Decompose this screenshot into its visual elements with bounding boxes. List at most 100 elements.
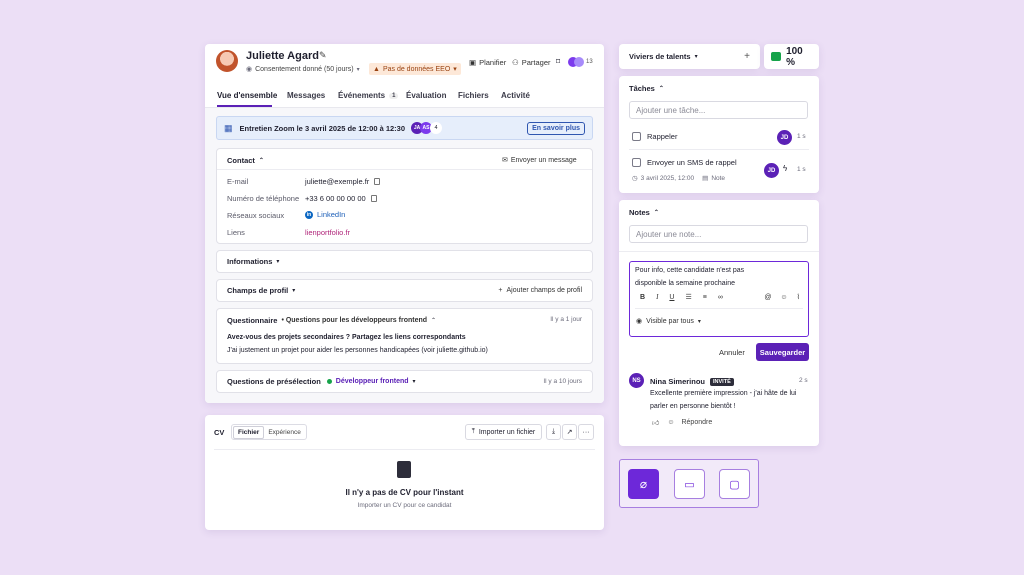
comment-actions: 👍︎ ☺ Répondre [652, 418, 712, 427]
mute-mic-button[interactable]: ⌀ [628, 469, 659, 499]
cv-divider [214, 449, 595, 450]
linkedin-icon: in [305, 210, 313, 219]
mail-icon: ✉ [502, 157, 508, 164]
upload-icon: ⤒ [471, 428, 475, 435]
score-card: 100 % [764, 44, 819, 69]
task-item[interactable]: Envoyer un SMS de rappel [632, 158, 737, 167]
chevron-up-icon: ⌃ [658, 86, 664, 92]
notes-divider [619, 251, 819, 252]
user-icon: ◉ [246, 66, 253, 73]
tab-evaluation[interactable]: Évaluation [406, 91, 446, 100]
visibility-select[interactable]: ◉ Visible par tous ▾ [636, 317, 701, 326]
chat-button[interactable]: ▢ [719, 469, 750, 499]
chevron-down-icon: ▾ [276, 259, 280, 265]
bookmark-icon[interactable]: ⌑ [556, 57, 560, 66]
calendar-icon: ▦ [224, 122, 233, 133]
mic-off-icon: ⌀ [639, 477, 648, 491]
phone-value[interactable]: +33 6 00 00 00 00 [305, 194, 377, 203]
tasks-toggle[interactable]: Tâches ⌃ [629, 84, 664, 93]
preselection-section[interactable]: Questions de présélection Développeur fr… [216, 370, 593, 393]
warning-icon: ▲ [373, 65, 380, 73]
add-talent-pool-button[interactable]: + [744, 51, 750, 62]
contact-toggle[interactable]: Contact ⌃ [227, 156, 264, 165]
link-icon[interactable]: ∞ [718, 294, 723, 301]
emoji-icon[interactable]: ☺ [780, 294, 787, 301]
video-button[interactable]: ▭ [674, 469, 705, 499]
task-item[interactable]: Rappeler [632, 132, 677, 141]
cv-empty-title: Il n'y a pas de CV pour l'instant [345, 488, 464, 497]
bullet-list-icon[interactable]: ☰ [685, 293, 691, 301]
avatar [216, 50, 238, 72]
profile-fields-section[interactable]: Champs de profil ▾ + Ajouter champs de pr… [216, 279, 593, 302]
cv-empty-subtitle: Importer un CV pour ce candidat [357, 502, 452, 509]
tab-overview[interactable]: Vue d'ensemble [217, 91, 277, 100]
comment-time: 2 s [799, 377, 808, 384]
numbered-list-icon[interactable]: ≡ [703, 294, 707, 301]
toggle-experience[interactable]: Expérience [264, 427, 305, 438]
copy-icon[interactable] [370, 195, 377, 202]
cancel-button[interactable]: Annuler [719, 348, 745, 357]
candidate-card: Juliette Agard ✎ ◉ Consentement donné (5… [205, 44, 604, 403]
eye-icon: ◉ [636, 318, 643, 325]
lightning-icon: ϟ [783, 164, 788, 173]
add-task-input[interactable]: Ajouter une tâche... [629, 101, 808, 119]
more-icon: ··· [582, 428, 590, 436]
download-icon: ⤓ [551, 428, 556, 435]
questionnaire-section: Questionnaire • Questions pour les dével… [216, 308, 593, 364]
tab-messages[interactable]: Messages [287, 91, 325, 100]
tasks-card: Tâches ⌃ Ajouter une tâche... Rappeler JD… [619, 76, 819, 193]
attachment-icon[interactable]: ⌇ [797, 293, 800, 301]
linkedin-link[interactable]: in LinkedIn [305, 210, 345, 219]
score-value: 100 % [786, 45, 803, 68]
attendee-count: 4 [430, 122, 443, 134]
portfolio-link[interactable]: lienportfolio.fr [305, 228, 350, 237]
chevron-up-icon: ⌃ [431, 318, 437, 324]
guest-badge: INVITÉ [710, 377, 734, 386]
share-button[interactable]: ⚇ Partager [512, 58, 551, 67]
import-file-button[interactable]: ⤒ Importer un fichier [465, 424, 542, 440]
talent-pools-card[interactable]: Viviers de talents ▾ + [619, 44, 760, 69]
underline-icon[interactable]: U [669, 294, 674, 301]
avatar: JD [764, 163, 779, 178]
chevron-down-icon: ▾ [412, 379, 416, 385]
note-icon: ▤ [702, 175, 709, 182]
note-editor[interactable]: Pour info, cette candidate n'est pas dis… [629, 261, 809, 337]
followers[interactable]: 13 [568, 57, 593, 67]
save-button[interactable]: Sauvegarder [756, 343, 809, 361]
copy-icon[interactable] [374, 178, 381, 185]
eeo-badge[interactable]: ▲ Pas de données EEO ▾ [369, 63, 461, 75]
email-value[interactable]: juliette@exemple.fr [305, 177, 381, 186]
add-note-input[interactable]: Ajouter une note... [629, 225, 808, 243]
task-checkbox[interactable] [632, 158, 641, 167]
learn-more-button[interactable]: En savoir plus [527, 121, 585, 135]
plus-icon: + [498, 287, 503, 294]
cv-card: CV Fichier Expérience ⤒ Importer un fichi… [205, 415, 604, 530]
task-checkbox[interactable] [632, 132, 641, 141]
edit-icon[interactable]: ✎ [319, 50, 327, 61]
notes-toggle[interactable]: Notes ⌃ [629, 208, 659, 217]
consent-label[interactable]: Consentement donné (50 jours) [255, 66, 353, 73]
add-profile-field-button[interactable]: + Ajouter champs de profil [498, 287, 582, 294]
question-text: Avez-vous des projets secondaires ? Part… [227, 334, 466, 341]
italic-icon[interactable]: I [656, 293, 658, 301]
avatar: NS [629, 373, 644, 388]
reply-button[interactable]: Répondre [681, 419, 712, 426]
toggle-file[interactable]: Fichier [233, 425, 265, 439]
tab-events[interactable]: Événements 1 [338, 91, 399, 100]
bold-icon[interactable]: B [640, 294, 645, 301]
emoji-react-icon[interactable]: ☺ [667, 419, 674, 426]
tab-files[interactable]: Fichiers [458, 91, 489, 100]
plan-button[interactable]: ▣ Planifier [469, 58, 506, 67]
download-button[interactable]: ⤓ [546, 424, 561, 440]
questionnaire-toggle[interactable]: Questionnaire • Questions pour les dével… [227, 316, 436, 325]
informations-section[interactable]: Informations ▾ [216, 250, 593, 273]
open-external-button[interactable]: ↗ [562, 424, 577, 440]
mention-icon[interactable]: @ [764, 294, 771, 301]
thumbs-up-icon[interactable]: 👍︎ [652, 418, 659, 427]
chevron-down-icon: ▾ [697, 318, 701, 325]
send-message-button[interactable]: ✉ Envoyer un message [502, 156, 577, 165]
document-icon [397, 461, 411, 478]
tab-activity[interactable]: Activité [501, 91, 530, 100]
chevron-down-icon: ▾ [356, 66, 360, 73]
more-button[interactable]: ··· [578, 424, 594, 440]
